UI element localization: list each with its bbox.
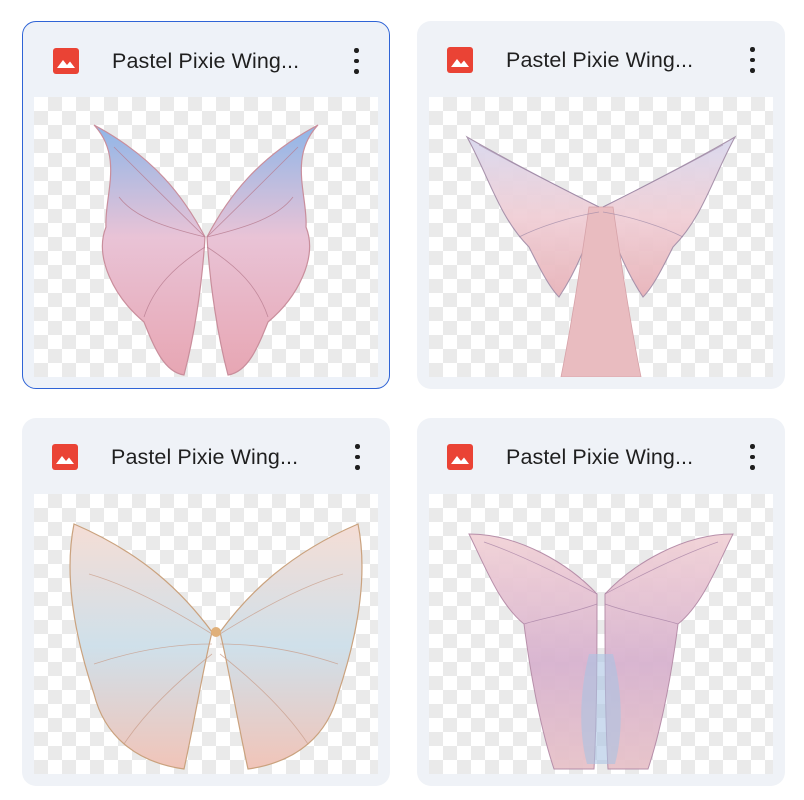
file-title: Pastel Pixie Wing... [112,49,300,73]
image-file-icon [53,48,79,74]
file-card[interactable]: Pastel Pixie Wing... [22,418,390,786]
file-card-header: Pastel Pixie Wing... [22,418,390,494]
image-file-icon [447,444,473,470]
more-options-icon[interactable] [741,440,763,474]
image-thumbnail[interactable] [34,97,378,377]
image-file-icon [52,444,78,470]
image-thumbnail[interactable] [429,494,773,774]
file-card-header: Pastel Pixie Wing... [417,21,785,97]
file-title: Pastel Pixie Wing... [506,48,694,72]
butterfly-wings-image [93,124,319,376]
feathered-wings-image [69,523,363,770]
pixie-wings-image [468,533,734,770]
more-options-icon[interactable] [345,44,367,78]
image-thumbnail[interactable] [429,97,773,377]
file-card[interactable]: Pastel Pixie Wing... [417,418,785,786]
fairy-wings-image [465,135,737,377]
image-file-icon [447,47,473,73]
file-card[interactable]: Pastel Pixie Wing... [22,21,390,389]
file-card-header: Pastel Pixie Wing... [417,418,785,494]
file-title: Pastel Pixie Wing... [111,445,299,469]
more-options-icon[interactable] [346,440,368,474]
file-title: Pastel Pixie Wing... [506,445,694,469]
file-card[interactable]: Pastel Pixie Wing... [417,21,785,389]
image-thumbnail[interactable] [34,494,378,774]
more-options-icon[interactable] [741,43,763,77]
file-card-header: Pastel Pixie Wing... [23,22,389,98]
